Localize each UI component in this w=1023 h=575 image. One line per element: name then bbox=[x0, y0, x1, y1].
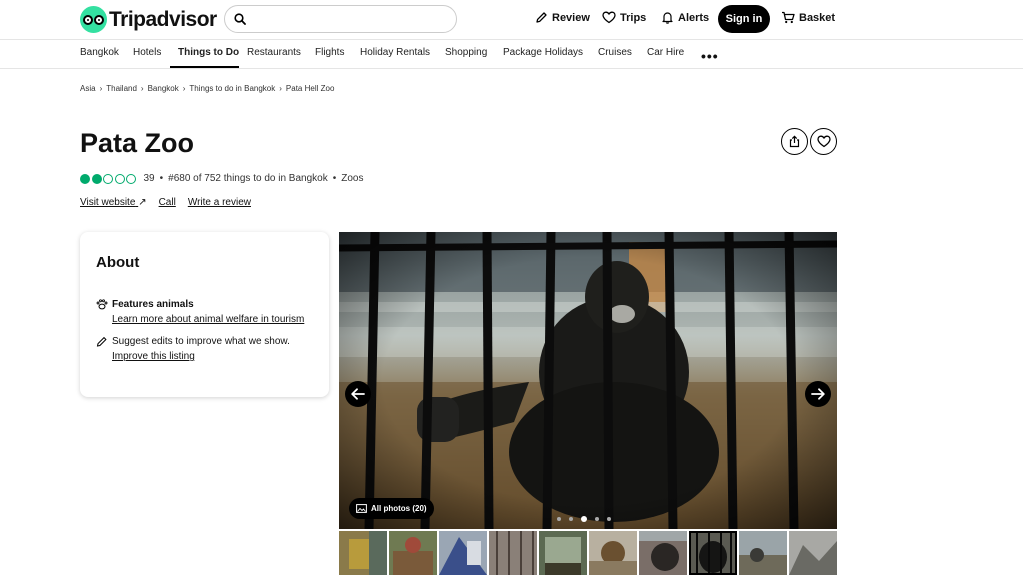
action-links: Visit website ↗ Call Write a review bbox=[80, 197, 263, 208]
carousel-dot[interactable] bbox=[569, 517, 573, 521]
carousel-dot[interactable] bbox=[557, 517, 561, 521]
photo-thumbnails bbox=[339, 531, 837, 575]
cat-things-to-do[interactable]: Things to Do bbox=[178, 47, 239, 58]
about-heading: About bbox=[96, 254, 140, 271]
all-photos-button[interactable]: All photos (20) bbox=[349, 498, 434, 519]
next-photo-button[interactable] bbox=[805, 381, 831, 407]
photo-thumbnail-selected[interactable] bbox=[689, 531, 737, 575]
image-icon bbox=[356, 504, 367, 513]
review-link[interactable]: Review bbox=[535, 11, 590, 24]
cat-cruises[interactable]: Cruises bbox=[598, 47, 632, 58]
rating-bubble-icon bbox=[114, 173, 125, 184]
photo-gallery[interactable]: All photos (20) bbox=[339, 232, 837, 529]
share-button[interactable] bbox=[781, 128, 808, 155]
heart-icon bbox=[816, 135, 831, 148]
cat-bangkok[interactable]: Bangkok bbox=[80, 47, 119, 58]
breadcrumb: Asia › Thailand › Bangkok › Things to do… bbox=[80, 84, 335, 93]
review-label: Review bbox=[552, 11, 590, 24]
active-tab-indicator bbox=[170, 66, 239, 68]
cart-icon bbox=[782, 11, 795, 24]
previous-photo-button[interactable] bbox=[345, 381, 371, 407]
photo-thumbnail[interactable] bbox=[539, 531, 587, 575]
bell-icon bbox=[662, 12, 673, 24]
visit-website-link[interactable]: Visit website ↗ bbox=[80, 197, 147, 208]
rating-bubble-icon bbox=[103, 173, 113, 184]
cat-hotels[interactable]: Hotels bbox=[133, 47, 161, 58]
rating-bubble-icon bbox=[91, 173, 102, 184]
cat-car-hire[interactable]: Car Hire bbox=[647, 47, 684, 58]
breadcrumb-asia[interactable]: Asia bbox=[80, 84, 96, 93]
improve-listing-link[interactable]: Improve this listing bbox=[112, 350, 316, 363]
search-input[interactable] bbox=[255, 10, 450, 28]
about-card: About Features animals Learn more about … bbox=[80, 232, 329, 397]
breadcrumb-thailand[interactable]: Thailand bbox=[106, 84, 137, 93]
suggest-edits-text: Suggest edits to improve what we show. bbox=[112, 336, 290, 347]
main-photo bbox=[339, 232, 837, 529]
photo-thumbnail[interactable] bbox=[339, 531, 387, 575]
pencil-icon bbox=[96, 336, 107, 347]
share-icon bbox=[789, 135, 800, 148]
breadcrumb-current: Pata Hell Zoo bbox=[285, 84, 335, 93]
arrow-left-icon bbox=[351, 388, 365, 400]
carousel-dots bbox=[557, 516, 619, 522]
basket-link[interactable]: Basket bbox=[781, 11, 835, 24]
photo-thumbnail[interactable] bbox=[789, 531, 837, 575]
rating-bubble-icon bbox=[80, 173, 90, 184]
call-link[interactable]: Call bbox=[159, 197, 176, 208]
save-button[interactable] bbox=[810, 128, 837, 155]
animal-welfare-link[interactable]: Learn more about animal welfare in touri… bbox=[112, 313, 316, 326]
trips-label: Trips bbox=[620, 11, 647, 24]
features-animals-label: Features animals bbox=[112, 299, 194, 310]
rating-row: 39 • #680 of 752 things to do in Bangkok… bbox=[80, 173, 363, 184]
owl-logo-icon bbox=[80, 6, 107, 33]
search-bar[interactable] bbox=[224, 5, 457, 33]
breadcrumb-things-to-do[interactable]: Things to do in Bangkok bbox=[189, 84, 275, 93]
cat-shopping[interactable]: Shopping bbox=[445, 47, 487, 58]
category-text[interactable]: Zoos bbox=[341, 173, 363, 184]
logo-text: Tripadvisor bbox=[109, 7, 217, 31]
all-photos-label: All photos (20) bbox=[371, 504, 427, 513]
about-features: Features animals Learn more about animal… bbox=[96, 299, 316, 363]
carousel-dot[interactable] bbox=[607, 517, 611, 521]
carousel-dot[interactable] bbox=[595, 517, 599, 521]
paw-icon bbox=[96, 299, 108, 310]
trips-link[interactable]: Trips bbox=[602, 11, 646, 24]
external-link-icon: ↗ bbox=[138, 197, 147, 208]
rating-bubble-icon bbox=[126, 173, 136, 184]
tripadvisor-logo[interactable]: Tripadvisor bbox=[80, 6, 217, 33]
heart-icon bbox=[602, 11, 616, 24]
ranking-text[interactable]: #680 of 752 things to do in Bangkok bbox=[168, 173, 328, 184]
alerts-link[interactable]: Alerts bbox=[661, 11, 709, 24]
top-header: Tripadvisor Review Trips Alerts Sign in bbox=[0, 0, 1023, 40]
photo-thumbnail[interactable] bbox=[639, 531, 687, 575]
cat-holiday-rentals[interactable]: Holiday Rentals bbox=[360, 47, 430, 58]
cat-package-holidays[interactable]: Package Holidays bbox=[503, 47, 583, 58]
photo-thumbnail[interactable] bbox=[589, 531, 637, 575]
review-count[interactable]: 39 bbox=[144, 173, 155, 184]
arrow-right-icon bbox=[811, 388, 825, 400]
breadcrumb-bangkok[interactable]: Bangkok bbox=[148, 84, 179, 93]
cat-restaurants[interactable]: Restaurants bbox=[247, 47, 301, 58]
basket-label: Basket bbox=[799, 11, 836, 24]
cat-flights[interactable]: Flights bbox=[315, 47, 344, 58]
photo-thumbnail[interactable] bbox=[739, 531, 787, 575]
pencil-icon bbox=[536, 12, 547, 23]
search-icon bbox=[234, 13, 246, 25]
photo-thumbnail[interactable] bbox=[389, 531, 437, 575]
more-categories-button[interactable]: ••• bbox=[701, 48, 719, 64]
sign-in-button[interactable]: Sign in bbox=[718, 5, 770, 33]
photo-thumbnail[interactable] bbox=[489, 531, 537, 575]
page-title: Pata Zoo bbox=[80, 128, 195, 158]
photo-thumbnail[interactable] bbox=[439, 531, 487, 575]
carousel-dot-active[interactable] bbox=[581, 516, 587, 522]
write-review-link[interactable]: Write a review bbox=[188, 197, 251, 208]
category-nav: Bangkok Hotels Things to Do Restaurants … bbox=[0, 40, 1023, 69]
alerts-label: Alerts bbox=[678, 11, 710, 24]
